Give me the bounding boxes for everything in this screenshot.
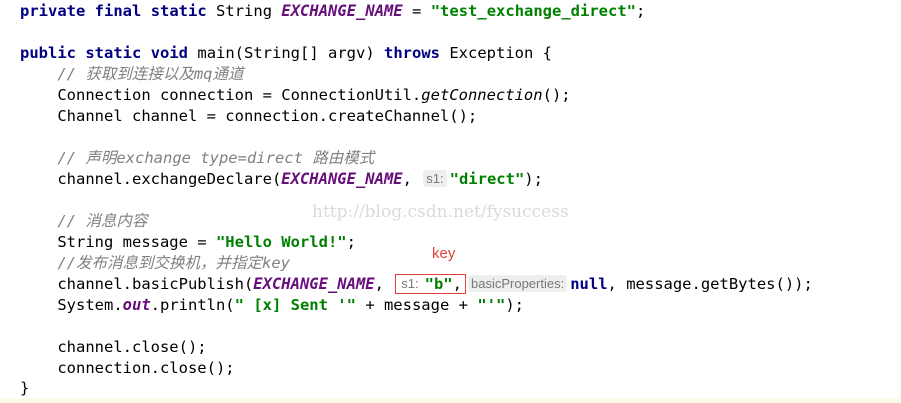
string-literal: "b" <box>424 275 453 293</box>
code-line-8: // 声明exchange type=direct 路由模式 <box>20 148 374 169</box>
parameter-hint: s1: <box>423 170 447 187</box>
code-line-14: channel.basicPublish(EXCHANGE_NAME, s1: "… <box>20 274 813 295</box>
editor-bottom-strip <box>0 398 901 403</box>
comment: //发布消息到交换机，并指定key <box>57 254 290 272</box>
code-line-1: private final static String EXCHANGE_NAM… <box>20 1 645 22</box>
keyword: public <box>20 44 76 62</box>
code-text: , <box>452 275 462 293</box>
code-line-13: //发布消息到交换机，并指定key <box>20 253 290 274</box>
constant-name: EXCHANGE_NAME <box>281 170 403 188</box>
code-text: ; <box>346 233 356 251</box>
keyword: null <box>570 275 608 293</box>
code-text: , <box>402 170 422 188</box>
static-method-call: getConnection <box>421 86 543 104</box>
watermark: http://blog.csdn.net/fysuccess <box>312 202 569 222</box>
code-line-5: Connection connection = ConnectionUtil.g… <box>20 85 571 106</box>
method-signature: main(String[] argv) <box>197 44 384 62</box>
constant-name: EXCHANGE_NAME <box>253 275 375 293</box>
keyword: private <box>20 2 86 20</box>
operator: = <box>402 2 431 20</box>
keyword: static <box>150 2 207 20</box>
closing-brace: } <box>20 379 30 397</box>
code-line-17: channel.close(); <box>20 337 207 358</box>
comment: // 获取到连接以及mq通道 <box>57 65 244 83</box>
code-text: Exception { <box>440 44 552 62</box>
constant-name: EXCHANGE_NAME <box>281 2 403 20</box>
semicolon: ; <box>636 2 646 20</box>
code-text: .println( <box>150 296 235 314</box>
key-annotation-label: key <box>432 245 456 262</box>
code-line-6: Channel channel = connection.createChann… <box>20 106 477 127</box>
code-text: channel.close(); <box>57 338 207 356</box>
comment: // 消息内容 <box>57 212 148 230</box>
code-line-19: } <box>20 378 29 399</box>
key-highlight-box: s1: "b", <box>395 274 466 294</box>
code-text: ); <box>505 296 524 314</box>
parameter-hint: basicProperties: <box>467 275 568 292</box>
code-text: Connection connection = ConnectionUtil. <box>57 86 422 104</box>
keyword: void <box>150 44 189 62</box>
code-text: Channel channel = connection.createChann… <box>57 107 478 125</box>
code-text: channel.exchangeDeclare( <box>57 170 282 188</box>
code-line-4: // 获取到连接以及mq通道 <box>20 64 244 85</box>
string-literal: "'" <box>477 296 506 314</box>
code-text: String message = <box>57 233 216 251</box>
static-field: out <box>122 296 151 314</box>
string-literal: "Hello World!" <box>215 233 347 251</box>
code-text: , <box>374 275 394 293</box>
code-line-9: channel.exchangeDeclare(EXCHANGE_NAME, s… <box>20 169 543 190</box>
code-line-12: String message = "Hello World!"; <box>20 232 356 253</box>
string-literal: "test_exchange_direct" <box>430 2 637 20</box>
code-line-3: public static void main(String[] argv) t… <box>20 43 552 64</box>
keyword: static <box>85 44 142 62</box>
code-text: channel.basicPublish( <box>57 275 254 293</box>
code-text: , message.getBytes()); <box>607 275 813 293</box>
comment: // 声明exchange type=direct 路由模式 <box>57 149 375 167</box>
code-text: connection.close(); <box>57 359 235 377</box>
code-text: + message + <box>355 296 478 314</box>
keyword: throws <box>384 44 440 62</box>
code-text: System. <box>57 296 123 314</box>
code-editor[interactable]: private final static String EXCHANGE_NAM… <box>0 0 901 403</box>
string-literal: "direct" <box>449 170 525 188</box>
code-line-15: System.out.println(" [x] Sent '" + messa… <box>20 295 524 316</box>
code-line-11: // 消息内容 <box>20 211 147 232</box>
type-name: String <box>216 2 273 20</box>
string-literal: " [x] Sent '" <box>234 296 356 314</box>
keyword: final <box>94 2 142 20</box>
code-text: (); <box>542 86 571 104</box>
code-line-18: connection.close(); <box>20 358 235 379</box>
parameter-hint: s1: <box>401 276 419 291</box>
code-text: ); <box>524 170 543 188</box>
